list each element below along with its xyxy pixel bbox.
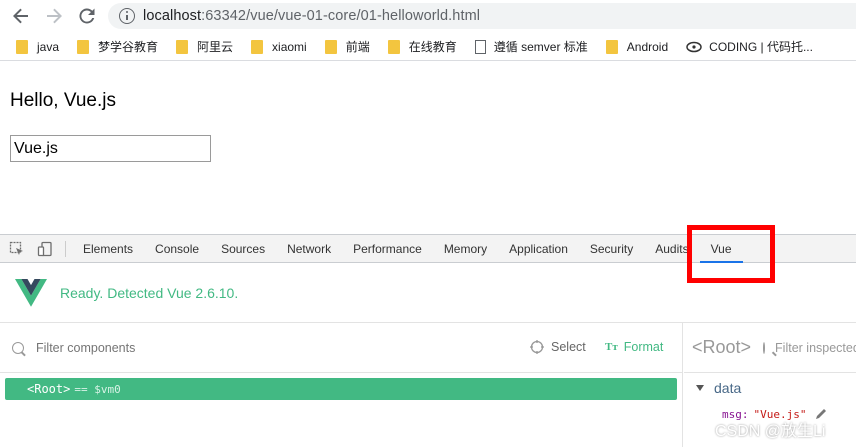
arrow-right-icon	[47, 8, 62, 24]
cursor-select-icon	[9, 241, 23, 255]
tab-application[interactable]: Application	[498, 235, 579, 263]
tab-elements[interactable]: Elements	[72, 235, 144, 263]
tab-performance[interactable]: Performance	[342, 235, 433, 263]
format-label: Format	[623, 340, 664, 354]
tab-security[interactable]: Security	[579, 235, 644, 263]
components-pane: Select Tт Format <Root> == $vm0	[0, 323, 683, 447]
url-text: localhost:63342/vue/vue-01-core/01-hello…	[143, 8, 481, 24]
page-content: Hello, Vue.js	[0, 62, 856, 234]
data-section-toggle[interactable]: data	[696, 373, 856, 403]
bookmark-item[interactable]: 前端	[324, 38, 370, 55]
bookmark-label: 在线教育	[408, 40, 457, 54]
folder-icon	[16, 39, 28, 54]
tab-console[interactable]: Console	[144, 235, 210, 263]
tab-memory[interactable]: Memory	[433, 235, 498, 263]
text-format-icon: Tт	[605, 341, 618, 353]
root-component-label: <Root>	[27, 382, 71, 396]
bookmark-label: 阿里云	[197, 40, 234, 54]
reload-icon	[79, 8, 95, 24]
tab-vue[interactable]: Vue	[699, 235, 743, 263]
select-label: Select	[551, 340, 586, 354]
data-section-label: data	[714, 380, 742, 396]
toolbar-divider	[65, 240, 66, 257]
coding-icon	[686, 41, 702, 52]
page-heading: Hello, Vue.js	[10, 90, 116, 111]
device-icon	[37, 241, 52, 256]
bookmark-label: 前端	[345, 40, 370, 54]
devtools-tab-bar: Elements Console Sources Network Performance…	[0, 225, 856, 283]
components-filter-bar: Select Tт Format	[0, 323, 682, 373]
reload-button[interactable]	[75, 4, 99, 28]
tab-network[interactable]: Network	[276, 235, 342, 263]
bookmarks-bar: java 梦学谷教育 阿里云 xiaomi 前端 在线教育 遵循 semver 标准 Andr…	[0, 33, 856, 61]
bookmark-label: CODING | 代码托...	[709, 40, 813, 54]
bookmark-label: xiaomi	[272, 39, 307, 54]
tab-audits[interactable]: Audits	[644, 235, 699, 263]
bookmark-label: 遵循 semver 标准	[493, 40, 588, 54]
inspector-root-label: <Root>	[692, 337, 752, 357]
select-component-button[interactable]: Select	[530, 340, 586, 354]
bookmark-item[interactable]: 在线教育	[387, 38, 457, 55]
folder-icon	[251, 39, 264, 54]
bookmark-item[interactable]: 遵循 semver 标准	[474, 38, 588, 55]
forward-button[interactable]	[42, 4, 66, 28]
bookmark-label: java	[37, 39, 60, 54]
bookmark-item[interactable]: java	[16, 39, 60, 54]
browser-toolbar: localhost:63342/vue/vue-01-core/01-hello…	[0, 0, 856, 32]
folder-icon	[324, 39, 337, 54]
bookmark-item[interactable]: Android	[605, 39, 669, 54]
back-button[interactable]	[9, 4, 33, 28]
folder-icon	[77, 39, 90, 54]
inspector-header: <Root> Filter inspected data	[684, 323, 856, 373]
folder-icon	[387, 39, 400, 54]
message-input[interactable]	[10, 135, 211, 162]
filter-inspected-input[interactable]: Filter inspected data	[775, 341, 856, 355]
arrow-left-icon	[13, 8, 28, 24]
page-icon	[474, 39, 486, 54]
inspect-element-button[interactable]	[3, 235, 31, 263]
bookmark-label: 梦学谷教育	[98, 40, 159, 54]
target-icon	[530, 340, 544, 354]
root-component-row[interactable]: <Root> == $vm0	[5, 378, 677, 400]
folder-icon	[605, 39, 618, 54]
bookmark-item[interactable]: xiaomi	[251, 39, 307, 54]
folder-icon	[176, 39, 189, 54]
vue-status-banner: Ready. Detected Vue 2.6.10.	[0, 263, 856, 323]
tab-sources[interactable]: Sources	[210, 235, 276, 263]
bookmark-item[interactable]: 阿里云	[176, 38, 233, 55]
vue-logo-icon	[15, 278, 47, 307]
bookmark-label: Android	[626, 39, 669, 54]
format-button[interactable]: Tт Format	[605, 340, 663, 354]
info-icon[interactable]	[119, 8, 135, 24]
device-toolbar-button[interactable]	[31, 235, 59, 263]
filter-components-input[interactable]	[36, 340, 336, 355]
search-icon	[12, 341, 24, 354]
bookmark-item[interactable]: CODING | 代码托...	[686, 38, 813, 55]
address-bar[interactable]: localhost:63342/vue/vue-01-core/01-hello…	[108, 3, 856, 29]
devtools-tabs: Elements Console Sources Network Performance…	[72, 235, 743, 263]
vue-status-text: Ready. Detected Vue 2.6.10.	[60, 284, 239, 301]
bookmark-item[interactable]: 梦学谷教育	[77, 38, 158, 55]
watermark: CSDN @放生Li	[715, 423, 826, 440]
search-icon	[763, 341, 766, 354]
root-vm-ref: == $vm0	[74, 382, 121, 396]
devtools-panel: Elements Console Sources Network Performance…	[0, 225, 856, 447]
caret-down-icon	[696, 385, 704, 391]
inspector-body: data msg: "Vue.js"	[684, 373, 856, 421]
